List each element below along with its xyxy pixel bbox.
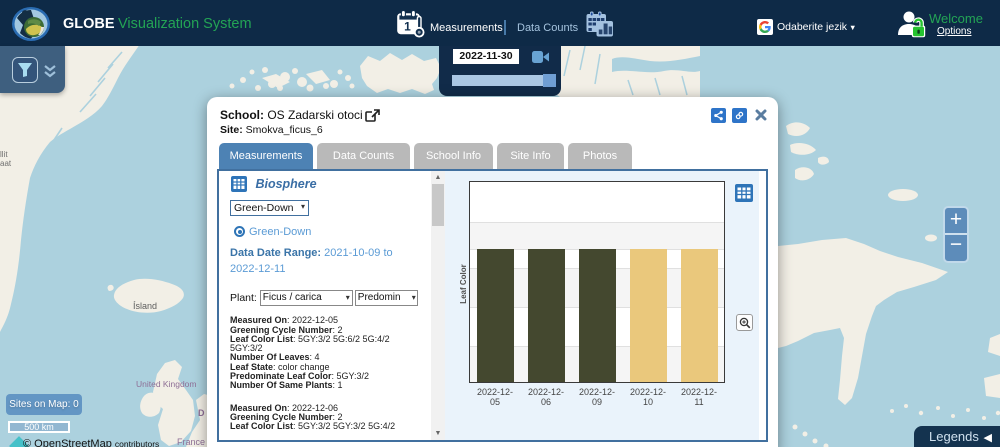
- svg-text:1: 1: [404, 20, 411, 34]
